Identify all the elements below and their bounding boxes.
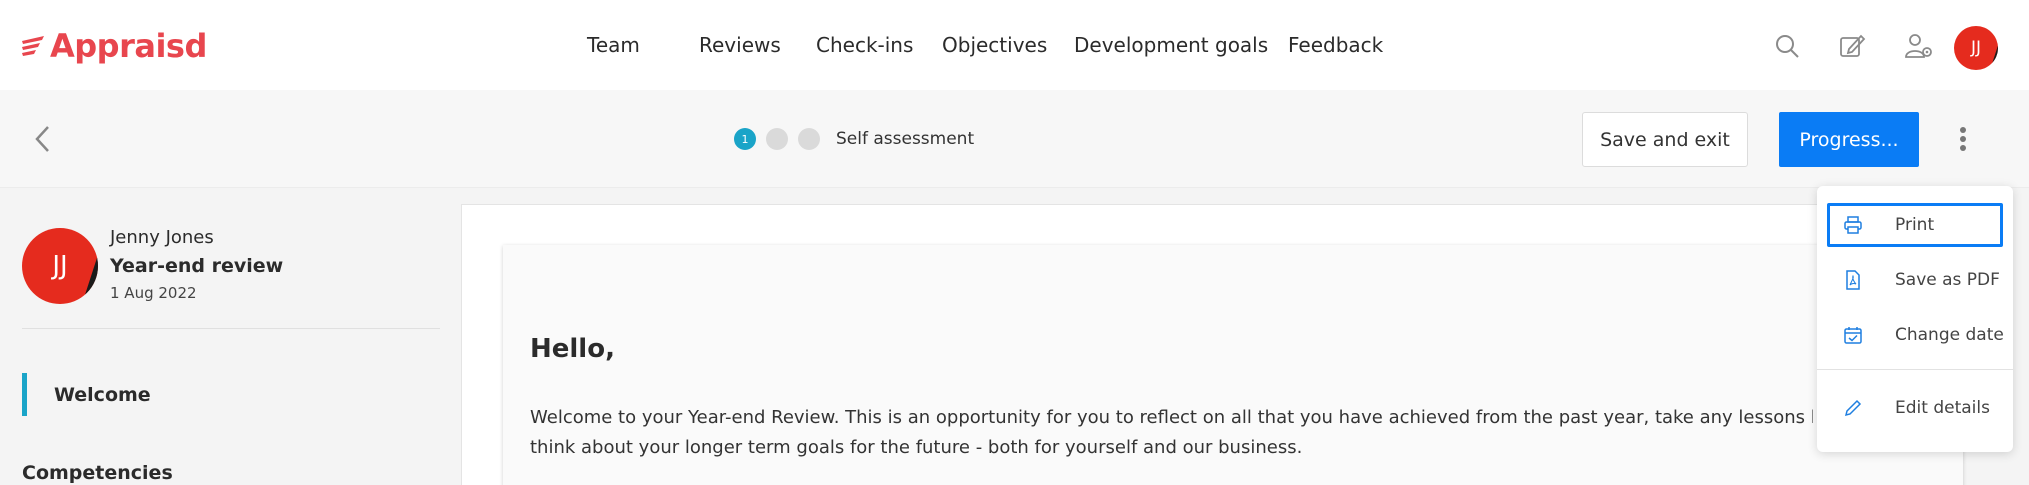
review-toolbar: 1 Self assessment Save and exit Progress… xyxy=(0,90,2029,188)
printer-icon xyxy=(1843,215,1863,235)
top-navigation-bar: Appraisd Team Reviews Check-ins Objectiv… xyxy=(0,0,2029,90)
step-3[interactable] xyxy=(798,128,820,150)
app-logo[interactable]: Appraisd xyxy=(20,27,207,65)
nav-check-ins[interactable]: Check-ins xyxy=(816,33,913,57)
wing-icon xyxy=(22,36,44,56)
sidebar-divider xyxy=(22,328,440,329)
progress-button[interactable]: Progress... xyxy=(1779,112,1919,167)
menu-label-print: Print xyxy=(1895,215,1935,235)
edit-icon[interactable] xyxy=(1836,30,1868,62)
reviewee-initials: JJ xyxy=(52,251,68,281)
reviewee-avatar: JJ xyxy=(22,228,98,304)
pdf-icon xyxy=(1843,270,1863,290)
menu-label-save-as-pdf: Save as PDF xyxy=(1895,270,2000,290)
menu-label-change-date: Change date xyxy=(1895,325,2004,345)
nav-objectives[interactable]: Objectives xyxy=(942,33,1047,57)
step-indicator: 1 Self assessment xyxy=(734,128,974,150)
menu-item-change-date[interactable]: Change date xyxy=(1827,313,2004,357)
menu-divider xyxy=(1817,369,2013,370)
avatar-initials: JJ xyxy=(1970,38,1982,58)
sidebar-item-welcome[interactable]: Welcome xyxy=(22,373,151,416)
intro-text: Welcome to your Year-end Review. This is… xyxy=(530,407,1813,458)
review-date: 1 Aug 2022 xyxy=(110,284,197,302)
menu-item-save-as-pdf[interactable]: Save as PDF xyxy=(1827,258,2003,302)
step-1[interactable]: 1 xyxy=(734,128,756,150)
brand-name: Appraisd xyxy=(50,27,207,65)
pencil-icon xyxy=(1843,398,1863,418)
more-actions-menu: Print Save as PDF Change date Edit detai… xyxy=(1817,186,2013,452)
reviewee-name: Jenny Jones xyxy=(110,227,214,248)
step-2[interactable] xyxy=(766,128,788,150)
kebab-icon[interactable] xyxy=(1953,124,1973,154)
user-avatar[interactable]: JJ xyxy=(1954,26,1998,70)
chevron-left-icon[interactable] xyxy=(30,123,56,155)
greeting-heading: Hello, xyxy=(530,334,615,364)
menu-item-edit-details[interactable]: Edit details xyxy=(1827,386,2003,430)
menu-item-print[interactable]: Print xyxy=(1827,203,2003,247)
review-title: Year-end review xyxy=(110,255,284,277)
save-and-exit-button[interactable]: Save and exit xyxy=(1582,112,1748,167)
nav-team[interactable]: Team xyxy=(587,33,640,57)
search-icon[interactable] xyxy=(1771,30,1803,62)
sidebar-item-competencies[interactable]: Competencies xyxy=(22,462,173,484)
nav-reviews[interactable]: Reviews xyxy=(699,33,781,57)
step-label: Self assessment xyxy=(836,129,975,149)
user-settings-icon[interactable] xyxy=(1903,30,1935,62)
nav-development-goals[interactable]: Development goals xyxy=(1074,33,1268,57)
calendar-icon xyxy=(1843,325,1863,345)
nav-feedback[interactable]: Feedback xyxy=(1288,33,1383,57)
intro-container: Welcome to your Year-end Review. This is… xyxy=(503,395,1813,485)
menu-label-edit-details: Edit details xyxy=(1895,398,1990,418)
